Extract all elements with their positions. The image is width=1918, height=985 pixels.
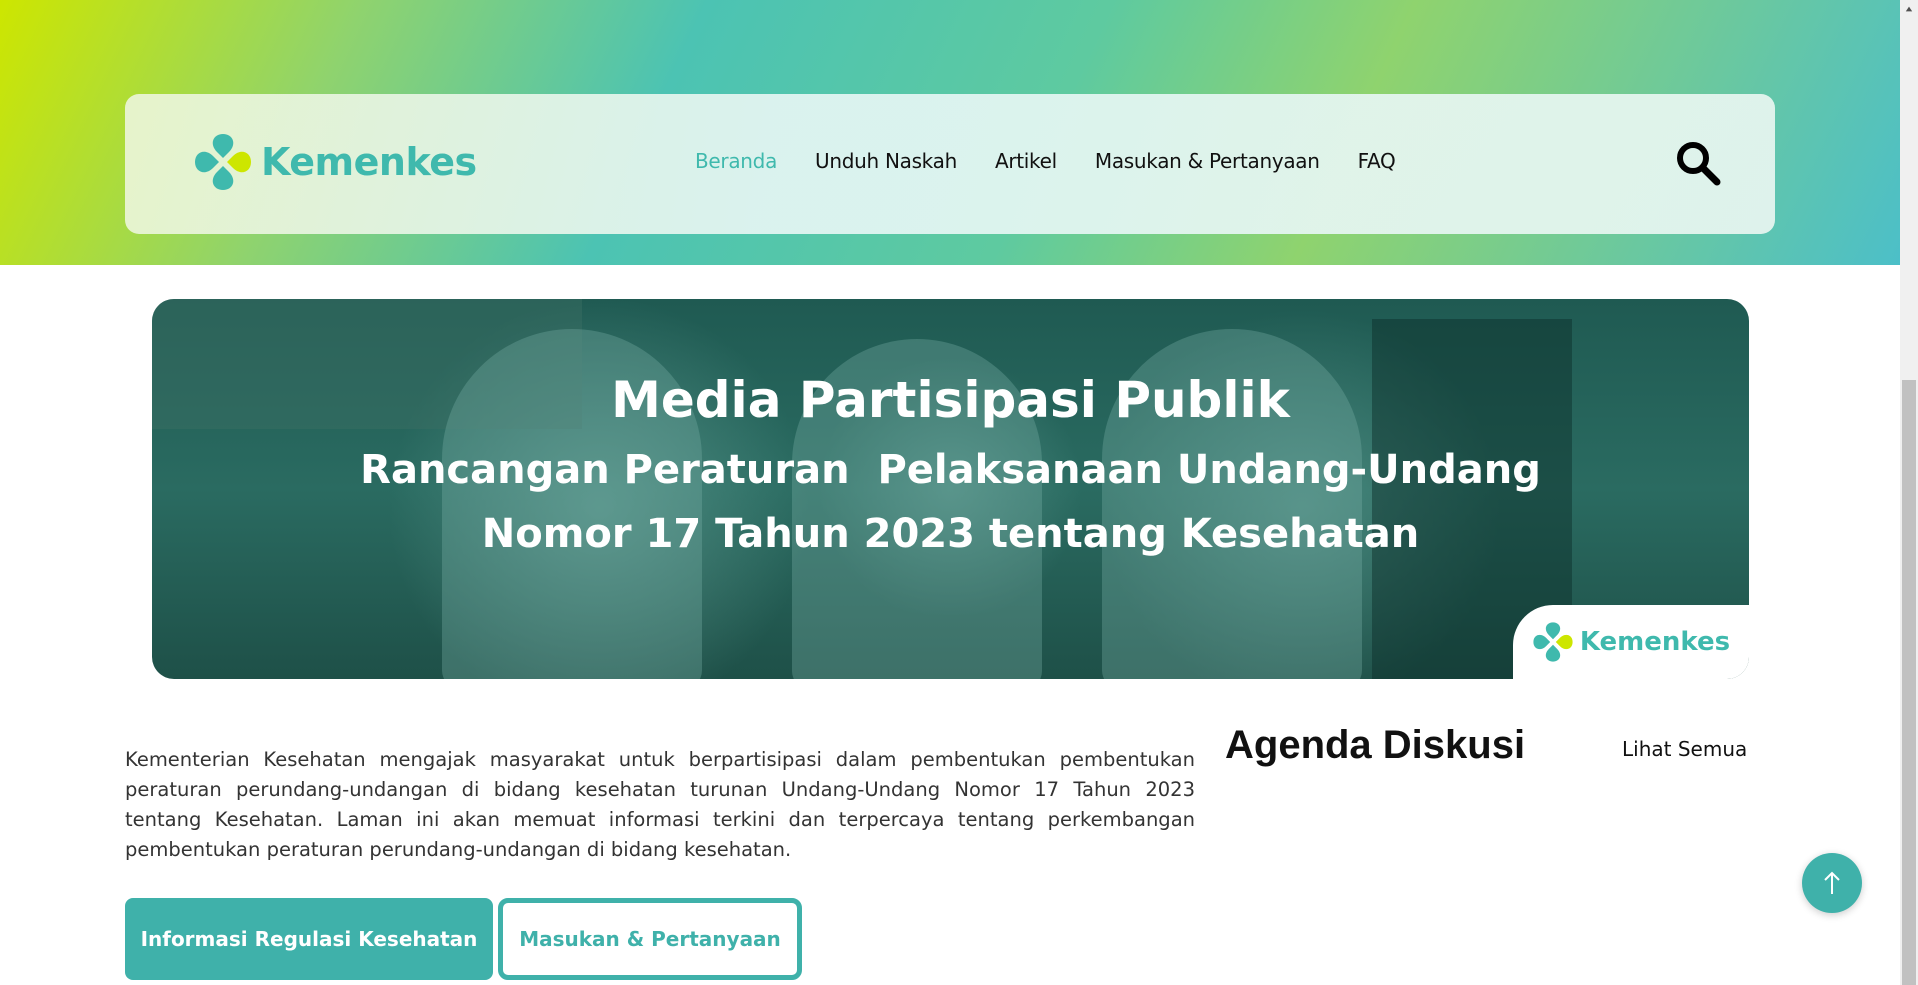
scrollbar-thumb[interactable]	[1902, 380, 1916, 985]
scroll-up-arrow[interactable]	[1900, 0, 1918, 18]
vertical-scrollbar[interactable]	[1900, 0, 1918, 985]
lihat-semua-link[interactable]: Lihat Semua	[1622, 737, 1747, 761]
agenda-title: Agenda Diskusi	[1225, 723, 1526, 767]
arrow-up-icon	[1824, 871, 1840, 894]
banner-title: Media Partisipasi Publik	[611, 371, 1290, 429]
scroll-up-icon	[1905, 6, 1913, 12]
masukan-pertanyaan-button[interactable]: Masukan & Pertanyaan	[498, 898, 802, 980]
nav-item-masukan-pertanyaan[interactable]: Masukan & Pertanyaan	[1095, 149, 1320, 173]
back-to-top-button[interactable]	[1802, 853, 1862, 913]
kemenkes-logo-icon	[195, 134, 251, 190]
banner-subtitle-line2: Nomor 17 Tahun 2023 tentang Kesehatan	[481, 511, 1420, 557]
search-button[interactable]	[1673, 138, 1723, 188]
main-nav: Beranda Unduh Naskah Artikel Masukan & P…	[695, 149, 1396, 173]
top-navbar: Kemenkes Beranda Unduh Naskah Artikel Ma…	[125, 94, 1775, 234]
nav-item-faq[interactable]: FAQ	[1358, 149, 1396, 173]
banner-subtitle-line1: Rancangan Peraturan Pelaksanaan Undang-U…	[360, 447, 1541, 493]
hero-banner: Media Partisipasi Publik Rancangan Perat…	[152, 299, 1749, 679]
nav-item-beranda[interactable]: Beranda	[695, 149, 777, 173]
nav-item-artikel[interactable]: Artikel	[995, 149, 1057, 173]
search-icon	[1677, 142, 1721, 186]
nav-item-unduh-naskah[interactable]: Unduh Naskah	[815, 149, 957, 173]
banner-logo-badge: Kemenkes	[1513, 605, 1749, 679]
logo-text: Kemenkes	[261, 140, 477, 184]
site-logo[interactable]: Kemenkes	[193, 132, 477, 192]
banner-logo-text: Kemenkes	[1579, 627, 1731, 657]
intro-paragraph: Kementerian Kesehatan mengajak masyaraka…	[125, 748, 1195, 861]
kemenkes-logo-icon	[1533, 622, 1573, 662]
informasi-regulasi-button[interactable]: Informasi Regulasi Kesehatan	[125, 898, 493, 980]
